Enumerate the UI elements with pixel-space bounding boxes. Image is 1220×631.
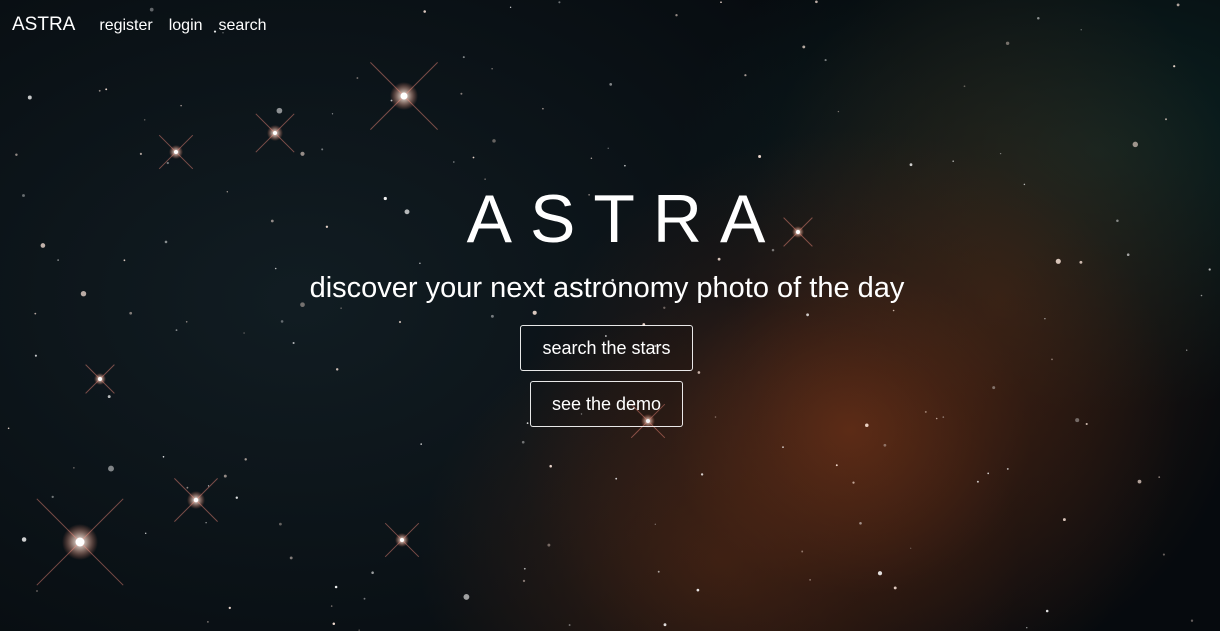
hero-title: ASTRA xyxy=(466,181,784,257)
see-the-demo-button[interactable]: see the demo xyxy=(530,381,683,427)
hero-section: ASTRA discover your next astronomy photo… xyxy=(0,0,1220,631)
hero-background: ASTRA register login search ASTRA discov… xyxy=(0,0,1220,631)
search-the-stars-button[interactable]: search the stars xyxy=(520,325,693,371)
hero-subtitle: discover your next astronomy photo of th… xyxy=(309,272,905,304)
